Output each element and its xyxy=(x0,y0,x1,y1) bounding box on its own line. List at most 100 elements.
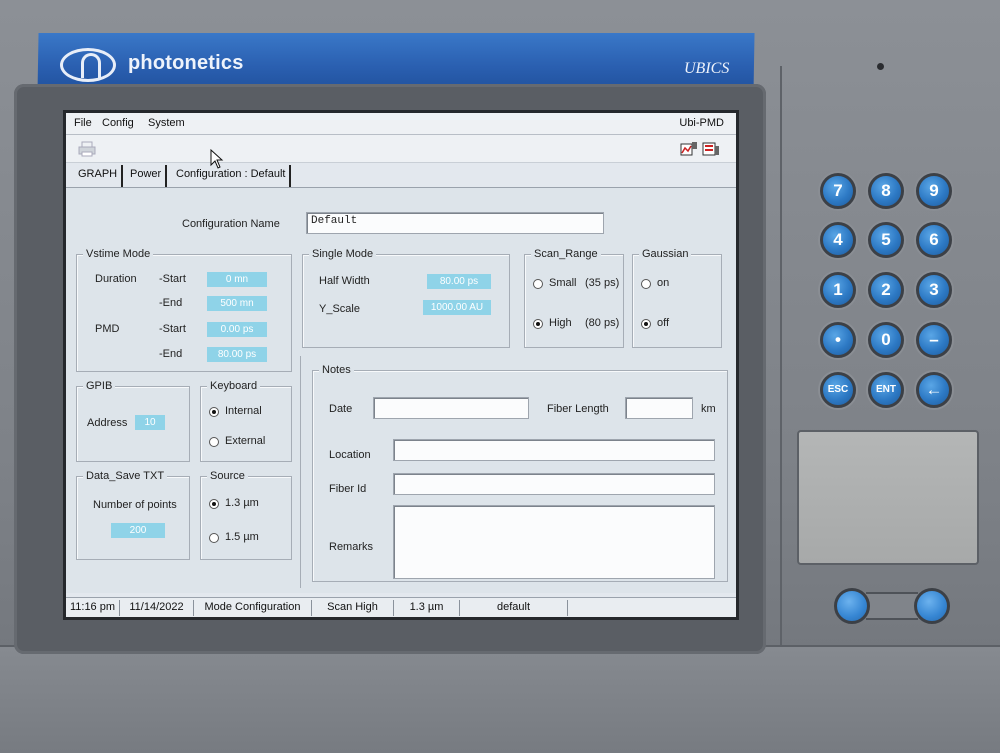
source-13-radio[interactable] xyxy=(209,499,219,509)
km-unit-label: km xyxy=(701,403,716,415)
vstime-mode-title: Vstime Mode xyxy=(83,248,154,260)
keyboard-internal-radio[interactable] xyxy=(209,407,219,417)
gaussian-off-label: off xyxy=(657,317,670,329)
scan-high-label: High xyxy=(549,317,572,329)
status-config: default xyxy=(460,600,568,616)
key-8[interactable]: 8 xyxy=(868,173,904,209)
key-2[interactable]: 2 xyxy=(868,272,904,308)
key-back[interactable]: ← xyxy=(916,372,952,408)
save-data-icon[interactable] xyxy=(702,141,720,157)
key-1[interactable]: 1 xyxy=(820,272,856,308)
keyboard-external-label: External xyxy=(225,435,266,447)
number-of-points-value[interactable]: 200 xyxy=(111,523,165,538)
source-13-label: 1.3 µm xyxy=(225,497,259,509)
gpib-address-value[interactable]: 10 xyxy=(135,415,165,430)
screen: File Config System Ubi-PMD GRAPH Power C… xyxy=(63,110,739,620)
key-7[interactable]: 7 xyxy=(820,173,856,209)
scan-small-radio[interactable] xyxy=(533,279,543,289)
key-minus[interactable]: – xyxy=(916,322,952,358)
sensor-dot xyxy=(877,63,884,70)
y-scale-value[interactable]: 1000.00 AU xyxy=(423,300,491,315)
key-6[interactable]: 6 xyxy=(916,222,952,258)
remarks-textarea[interactable] xyxy=(393,505,715,579)
touchpad-left-button[interactable] xyxy=(834,588,870,624)
fiber-length-input[interactable] xyxy=(625,397,693,419)
key-3[interactable]: 3 xyxy=(916,272,952,308)
touchpad-button-bridge xyxy=(866,592,918,620)
notes-title: Notes xyxy=(319,364,354,376)
key-dot[interactable]: • xyxy=(820,322,856,358)
fiber-length-label: Fiber Length xyxy=(547,403,609,415)
duration-end-value[interactable]: 500 mn xyxy=(207,296,267,311)
key-5[interactable]: 5 xyxy=(868,222,904,258)
duration-label: Duration xyxy=(95,273,137,285)
key-esc[interactable]: ESC xyxy=(820,372,856,408)
brand-name: photonetics xyxy=(128,52,244,74)
single-mode-group: Single Mode Half Width 80.00 ps Y_Scale … xyxy=(302,248,510,348)
touchpad-right-button[interactable] xyxy=(914,588,950,624)
key-ent[interactable]: ENT xyxy=(868,372,904,408)
pmd-end-label: -End xyxy=(159,348,183,360)
duration-start-value[interactable]: 0 mn xyxy=(207,272,267,287)
date-label: Date xyxy=(329,403,353,415)
data-save-group: Data_Save TXT Number of points 200 xyxy=(76,470,190,560)
key-4[interactable]: 4 xyxy=(820,222,856,258)
source-title: Source xyxy=(207,470,248,482)
mouse-cursor-icon xyxy=(210,149,224,169)
photonetics-logo-icon xyxy=(60,48,116,82)
column-divider xyxy=(300,356,301,588)
scan-high-radio[interactable] xyxy=(533,319,543,329)
fiber-id-label: Fiber Id xyxy=(329,483,367,495)
app-name: Ubi-PMD xyxy=(679,117,724,129)
duration-end-label: -End xyxy=(159,297,183,309)
gaussian-off-radio[interactable] xyxy=(641,319,651,329)
gaussian-title: Gaussian xyxy=(639,248,692,260)
source-15-radio[interactable] xyxy=(209,533,219,543)
status-bar: 11:16 pm 11/14/2022 Mode Configuration S… xyxy=(66,597,736,617)
tab-configuration[interactable]: Configuration : Default xyxy=(172,165,292,187)
tab-power[interactable]: Power xyxy=(126,165,168,187)
remarks-label: Remarks xyxy=(329,541,374,553)
device-lower-ledge xyxy=(0,645,1000,753)
gpib-address-label: Address xyxy=(87,417,128,429)
gaussian-on-radio[interactable] xyxy=(641,279,651,289)
fiber-id-input[interactable] xyxy=(393,473,715,495)
keyboard-title: Keyboard xyxy=(207,380,261,392)
pmd-start-value[interactable]: 0.00 ps xyxy=(207,322,267,337)
date-input[interactable] xyxy=(373,397,529,419)
status-source: 1.3 µm xyxy=(394,600,460,616)
printer-icon[interactable] xyxy=(78,141,96,157)
gpib-group: GPIB Address 10 xyxy=(76,380,190,462)
key-0[interactable]: 0 xyxy=(868,322,904,358)
source-15-label: 1.5 µm xyxy=(225,531,259,543)
pmd-end-value[interactable]: 80.00 ps xyxy=(207,347,267,362)
menu-bar: File Config System Ubi-PMD xyxy=(66,113,736,135)
menu-config[interactable]: Config xyxy=(102,117,134,129)
scan-high-value: (80 ps) xyxy=(585,317,620,329)
keyboard-external-radio[interactable] xyxy=(209,437,219,447)
menu-system[interactable]: System xyxy=(148,117,185,129)
vstime-mode-group: Vstime Mode Duration -Start 0 mn -End 50… xyxy=(76,248,292,372)
scan-range-title: Scan_Range xyxy=(531,248,601,260)
gpib-title: GPIB xyxy=(83,380,116,392)
keyboard-internal-label: Internal xyxy=(225,405,262,417)
y-scale-label: Y_Scale xyxy=(319,303,360,315)
number-of-points-label: Number of points xyxy=(93,499,177,511)
touchpad[interactable] xyxy=(797,430,979,565)
location-label: Location xyxy=(329,449,371,461)
gaussian-group: Gaussian on off xyxy=(632,248,722,348)
half-width-label: Half Width xyxy=(319,275,370,287)
half-width-value[interactable]: 80.00 ps xyxy=(427,274,491,289)
menu-file[interactable]: File xyxy=(74,117,92,129)
key-9[interactable]: 9 xyxy=(916,173,952,209)
scan-small-label: Small xyxy=(549,277,577,289)
notes-group: Notes Date Fiber Length km Location Fibe… xyxy=(312,364,728,582)
source-group: Source 1.3 µm 1.5 µm xyxy=(200,470,292,560)
gaussian-on-label: on xyxy=(657,277,670,289)
export-graph-icon[interactable] xyxy=(680,141,698,157)
status-empty xyxy=(568,600,736,616)
scan-range-group: Scan_Range Small (35 ps) High (80 ps) xyxy=(524,248,624,348)
config-name-input[interactable]: Default xyxy=(306,212,604,234)
location-input[interactable] xyxy=(393,439,715,461)
tab-graph[interactable]: GRAPH xyxy=(74,165,124,187)
